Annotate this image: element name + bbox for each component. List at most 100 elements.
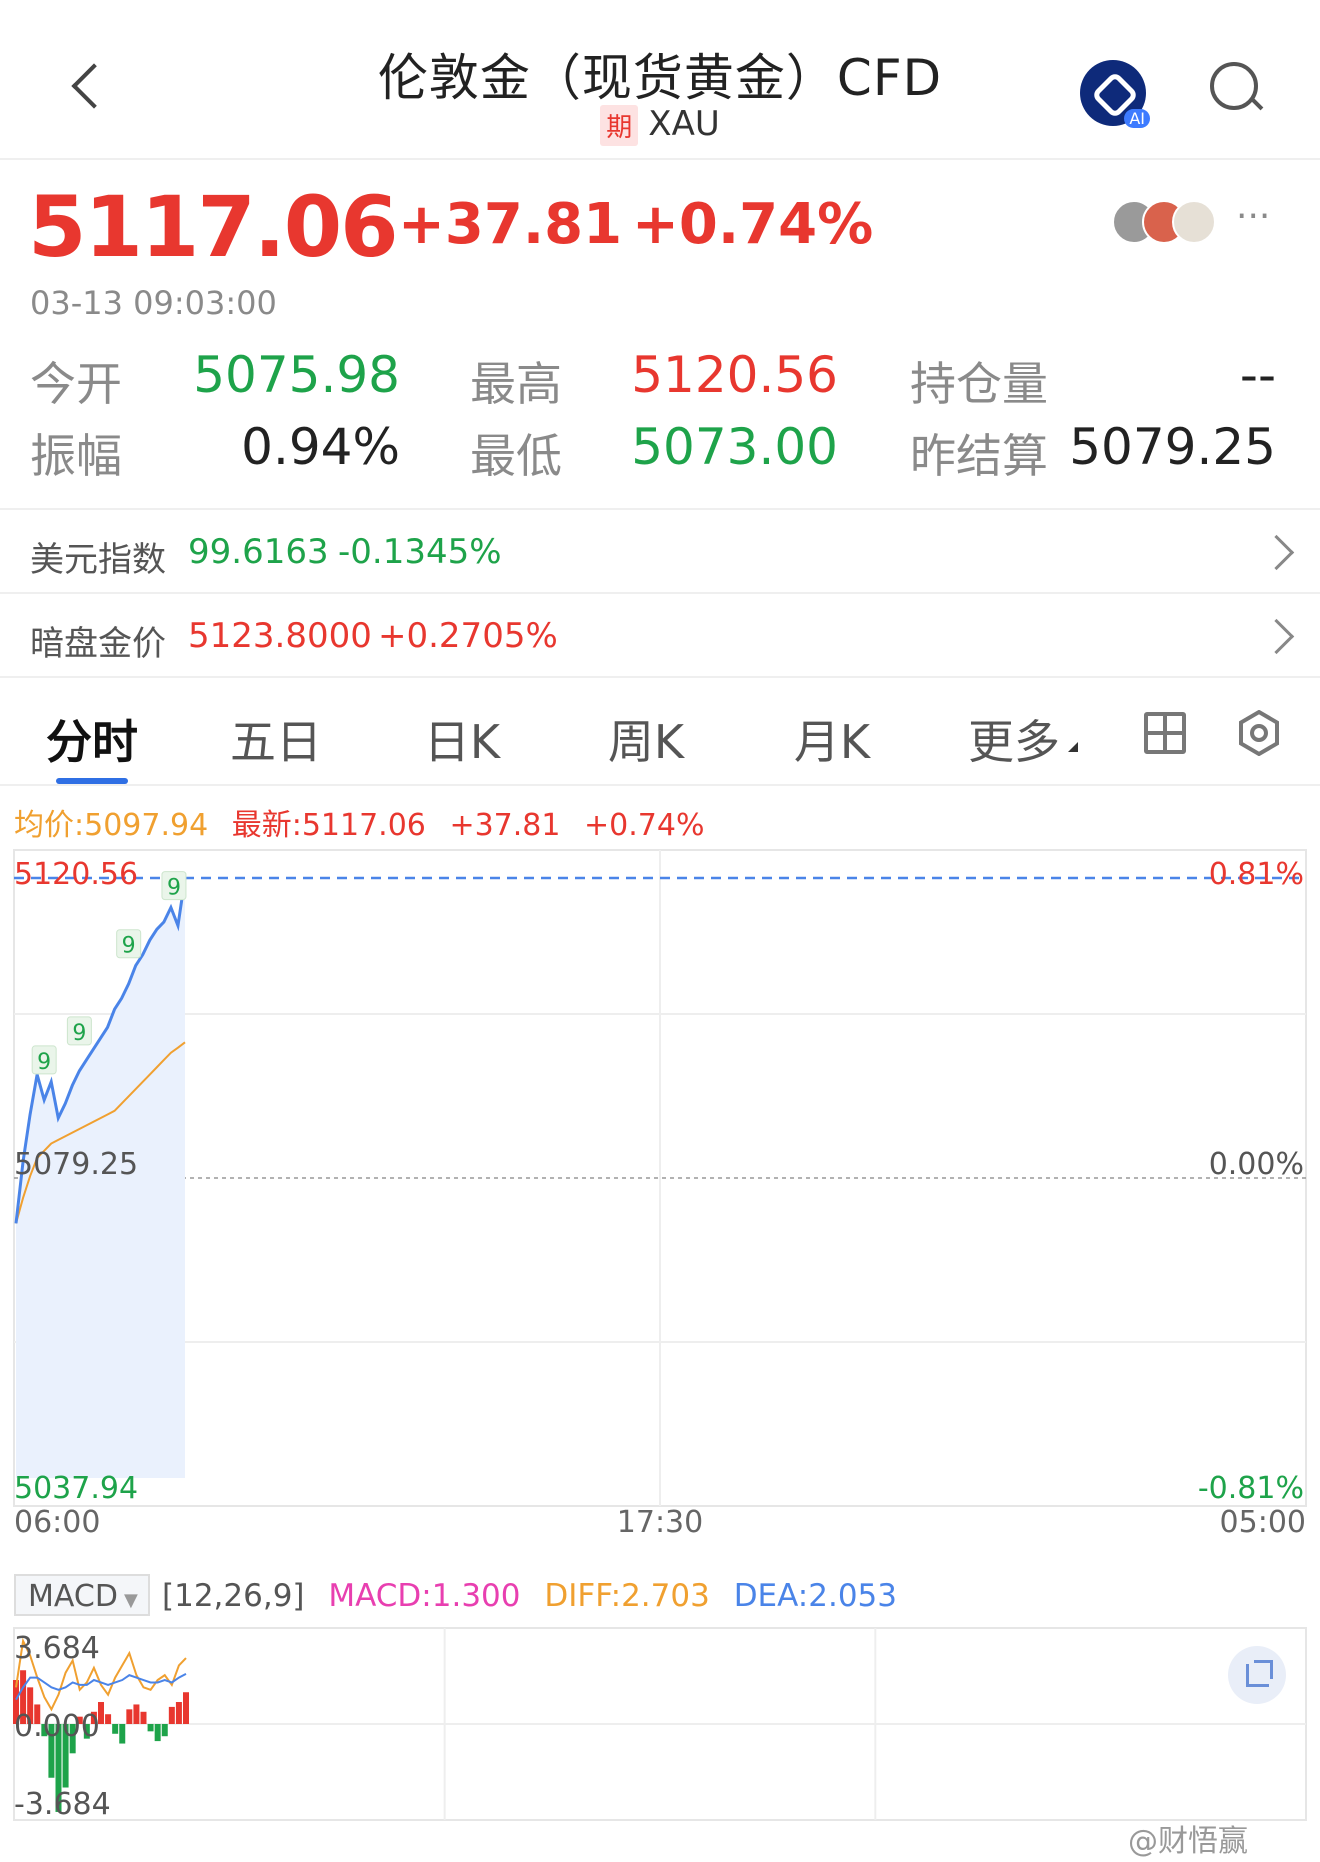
y-axis-pct-label: -0.81% bbox=[1198, 1471, 1304, 1506]
stats-divider bbox=[0, 508, 1320, 510]
related-value: 99.6163 bbox=[188, 532, 329, 572]
event-marker[interactable]: 9 bbox=[161, 871, 187, 901]
tab-3[interactable]: 周K bbox=[566, 706, 726, 772]
symbol: XAU bbox=[648, 104, 720, 144]
more-caret-icon bbox=[1068, 742, 1078, 752]
y-axis-pct-label: 0.81% bbox=[1209, 857, 1304, 892]
caret-down-icon: ▼ bbox=[123, 1590, 138, 1611]
macd-bar bbox=[168, 1706, 175, 1724]
search-button[interactable] bbox=[1210, 62, 1270, 122]
x-axis-label: 05:00 bbox=[1220, 1505, 1306, 1536]
tab-4[interactable]: 月K bbox=[752, 706, 912, 772]
tab-2[interactable]: 日K bbox=[382, 706, 542, 772]
header-divider bbox=[0, 158, 1320, 160]
related-label: 美元指数 bbox=[30, 540, 166, 580]
chevron-right-icon bbox=[1258, 618, 1295, 655]
watermark: @财悟赢 bbox=[1128, 1824, 1248, 1859]
futures-tag: 期 bbox=[600, 105, 639, 146]
latest-price: 最新:5117.06 bbox=[231, 808, 426, 843]
related-row[interactable]: 暗盘金价 5123.8000 +0.2705% bbox=[0, 602, 1320, 672]
macd-selector-label: MACD bbox=[28, 1579, 118, 1614]
diff-value: DIFF:2.703 bbox=[544, 1578, 710, 1614]
tab-0[interactable]: 分时 bbox=[12, 706, 172, 772]
macd-legend: [12,26,9] MACD:1.300 DIFF:2.703 DEA:2.05… bbox=[162, 1578, 897, 1614]
settings-icon[interactable] bbox=[1236, 709, 1282, 757]
stat-label: 昨结算 bbox=[910, 429, 1048, 483]
last-price: 5117.06 bbox=[28, 178, 399, 276]
chevron-right-icon bbox=[1258, 534, 1295, 571]
related-pct: -0.1345% bbox=[338, 532, 502, 572]
ai-badge: AI bbox=[1124, 109, 1150, 128]
svg-text:9: 9 bbox=[167, 876, 181, 901]
grid-line-h bbox=[1148, 731, 1182, 735]
search-icon bbox=[1210, 62, 1258, 110]
macd-axis-label: -3.684 bbox=[14, 1787, 111, 1822]
macd-chart[interactable]: 3.684 0.000 -3.684 bbox=[0, 1624, 1320, 1824]
stat-value: 0.94% bbox=[241, 418, 400, 476]
macd-bar bbox=[133, 1704, 140, 1724]
avatar bbox=[1172, 200, 1216, 244]
stat-value: -- bbox=[1239, 346, 1276, 404]
macd-axis-label: 0.000 bbox=[14, 1709, 100, 1744]
legend-change-pct: +0.74% bbox=[584, 808, 705, 843]
expand-icon-corner bbox=[1254, 1660, 1273, 1679]
macd-bar bbox=[126, 1709, 133, 1724]
y-axis-label: 5079.25 bbox=[14, 1147, 138, 1182]
event-marker[interactable]: 9 bbox=[31, 1045, 57, 1075]
related-pct: +0.2705% bbox=[378, 616, 558, 656]
macd-axis-label: 3.684 bbox=[14, 1631, 100, 1666]
macd-bar bbox=[112, 1724, 119, 1734]
tabs-divider bbox=[0, 784, 1320, 786]
expand-button[interactable] bbox=[1228, 1646, 1286, 1704]
stat-value: 5120.56 bbox=[631, 346, 838, 404]
event-marker[interactable]: 9 bbox=[66, 1016, 92, 1046]
svg-text:9: 9 bbox=[37, 1050, 51, 1075]
tab-1[interactable]: 五日 bbox=[196, 706, 356, 772]
stat-value: 5079.25 bbox=[1069, 418, 1276, 476]
related-value: 5123.8000 bbox=[188, 616, 372, 656]
stat-value: 5075.98 bbox=[193, 346, 400, 404]
stat-value: 5073.00 bbox=[631, 418, 838, 476]
ai-assistant-button[interactable]: AI bbox=[1080, 60, 1150, 128]
price-change: +37.81 bbox=[398, 192, 623, 257]
macd-bar bbox=[105, 1714, 112, 1724]
x-axis-label: 06:00 bbox=[14, 1505, 100, 1536]
quote-timestamp: 03-13 09:03:00 bbox=[30, 284, 277, 322]
y-axis-pct-label: 0.00% bbox=[1209, 1147, 1304, 1182]
y-axis-label: 5120.56 bbox=[14, 857, 138, 892]
event-marker[interactable]: 9 bbox=[116, 929, 142, 959]
stat-label: 最高 bbox=[470, 357, 562, 411]
stat-label: 持仓量 bbox=[910, 357, 1048, 411]
macd-selector[interactable]: MACD ▼ bbox=[14, 1574, 150, 1616]
x-axis-label: 17:30 bbox=[617, 1505, 703, 1536]
tab-5[interactable]: 更多 bbox=[934, 706, 1094, 772]
row-divider bbox=[0, 676, 1320, 678]
more-options-icon[interactable]: ··· bbox=[1236, 196, 1270, 237]
stat-label: 今开 bbox=[30, 357, 122, 411]
macd-bar bbox=[147, 1724, 154, 1732]
macd-bar bbox=[175, 1702, 182, 1724]
search-icon-handle bbox=[1250, 97, 1264, 111]
chart-legend: 均价:5097.94 最新:5117.06 +37.81 +0.74% bbox=[14, 800, 704, 844]
macd-bar bbox=[154, 1724, 161, 1742]
macd-bar bbox=[161, 1724, 168, 1737]
macd-params: [12,26,9] bbox=[162, 1578, 305, 1614]
price-change-pct: +0.74% bbox=[632, 192, 874, 257]
macd-bar bbox=[140, 1711, 147, 1724]
community-avatars[interactable] bbox=[1112, 196, 1222, 246]
avg-price: 均价:5097.94 bbox=[14, 808, 209, 843]
row-divider bbox=[0, 592, 1320, 594]
stat-label: 最低 bbox=[470, 429, 562, 483]
layout-grid-icon[interactable] bbox=[1144, 712, 1186, 754]
dea-value: DEA:2.053 bbox=[733, 1578, 897, 1614]
related-label: 暗盘金价 bbox=[30, 624, 166, 664]
stat-label: 振幅 bbox=[30, 429, 122, 483]
svg-text:9: 9 bbox=[122, 934, 136, 959]
y-axis-label: 5037.94 bbox=[14, 1471, 138, 1506]
intraday-chart[interactable]: 99995120.565079.255037.940.81%0.00%-0.81… bbox=[0, 846, 1320, 1536]
related-row[interactable]: 美元指数 99.6163 -0.1345% bbox=[0, 518, 1320, 588]
macd-bar bbox=[119, 1724, 126, 1744]
legend-change: +37.81 bbox=[449, 808, 561, 843]
macd-bar bbox=[183, 1692, 189, 1724]
svg-text:9: 9 bbox=[72, 1021, 86, 1046]
